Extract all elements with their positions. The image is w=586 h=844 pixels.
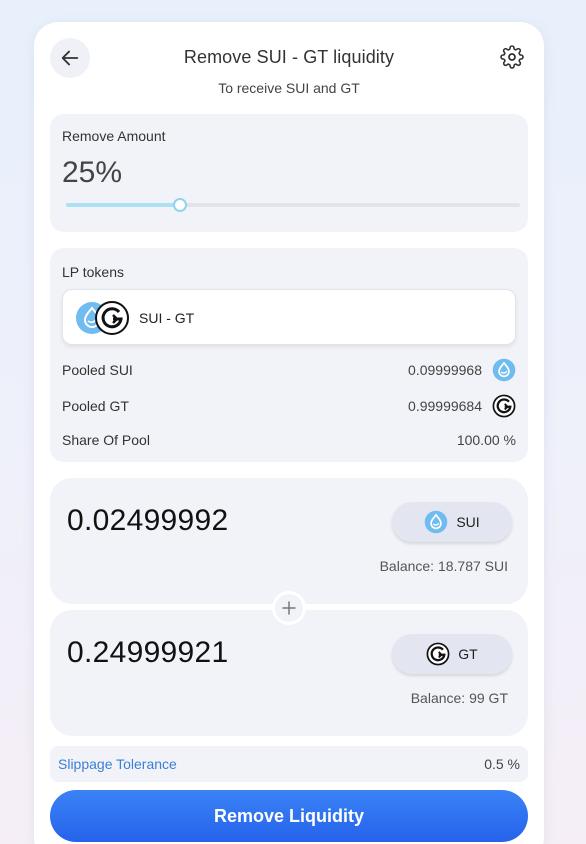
lp-pair-name: SUI - GT bbox=[139, 310, 195, 326]
sui-token-icon bbox=[425, 510, 448, 534]
slippage-tolerance-value: 0.5 % bbox=[484, 756, 520, 772]
lp-pair-icons bbox=[75, 301, 133, 335]
gt-token-icon bbox=[426, 642, 450, 666]
gear-icon bbox=[500, 45, 524, 69]
sui-token-icon bbox=[492, 358, 516, 382]
gt-output-amount: 0.24999921 bbox=[67, 636, 229, 669]
gt-token-label: GT bbox=[458, 646, 478, 662]
share-of-pool-value: 100.00 % bbox=[456, 432, 516, 448]
gt-token-icon bbox=[95, 301, 129, 335]
share-of-pool-label: Share Of Pool bbox=[62, 432, 150, 448]
remove-amount-percent: 25% bbox=[62, 156, 123, 189]
remove-amount-panel: Remove Amount 25% bbox=[50, 114, 528, 232]
gt-output-panel: 0.24999921 GT Balance: 99 GT bbox=[50, 610, 528, 736]
pooled-gt-row: Pooled GT 0.99999684 bbox=[62, 394, 516, 418]
gt-token-button[interactable]: GT bbox=[392, 634, 512, 674]
remove-liquidity-button[interactable]: Remove Liquidity bbox=[50, 790, 528, 842]
plus-separator bbox=[272, 591, 306, 625]
slippage-tolerance-link[interactable]: Slippage Tolerance bbox=[58, 756, 177, 772]
gt-balance: Balance: 99 GT bbox=[410, 690, 508, 706]
remove-amount-label: Remove Amount bbox=[62, 128, 166, 144]
gt-token-icon bbox=[492, 394, 516, 418]
page-subtitle: To receive SUI and GT bbox=[218, 80, 360, 96]
lp-token-pair: SUI - GT bbox=[62, 289, 516, 345]
lp-tokens-label: LP tokens bbox=[62, 264, 125, 280]
lp-tokens-panel: LP tokens SUI - GT Pooled SUI 0.09999968 bbox=[50, 248, 528, 462]
share-of-pool-row: Share Of Pool 100.00 % bbox=[62, 428, 516, 452]
pooled-gt-value: 0.99999684 bbox=[408, 398, 482, 414]
plus-icon bbox=[282, 601, 296, 615]
remove-liquidity-card: Remove SUI - GT liquidity To receive SUI… bbox=[34, 22, 544, 844]
slider-fill bbox=[66, 203, 180, 207]
sui-output-amount: 0.02499992 bbox=[67, 504, 229, 537]
sui-balance: Balance: 18.787 SUI bbox=[379, 558, 508, 574]
sui-token-label: SUI bbox=[456, 514, 480, 530]
remove-amount-slider[interactable] bbox=[66, 198, 520, 212]
pooled-sui-value: 0.09999968 bbox=[408, 362, 482, 378]
sui-output-panel: 0.02499992 SUI Balance: 18.787 SUI bbox=[50, 478, 528, 604]
slippage-row: Slippage Tolerance 0.5 % bbox=[50, 746, 528, 782]
page-title: Remove SUI - GT liquidity bbox=[183, 47, 395, 67]
pooled-gt-label: Pooled GT bbox=[62, 398, 129, 414]
sui-token-button[interactable]: SUI bbox=[392, 502, 512, 542]
pooled-sui-row: Pooled SUI 0.09999968 bbox=[62, 358, 516, 382]
pooled-sui-label: Pooled SUI bbox=[62, 362, 133, 378]
settings-button[interactable] bbox=[500, 45, 524, 69]
slider-thumb[interactable] bbox=[172, 198, 187, 212]
